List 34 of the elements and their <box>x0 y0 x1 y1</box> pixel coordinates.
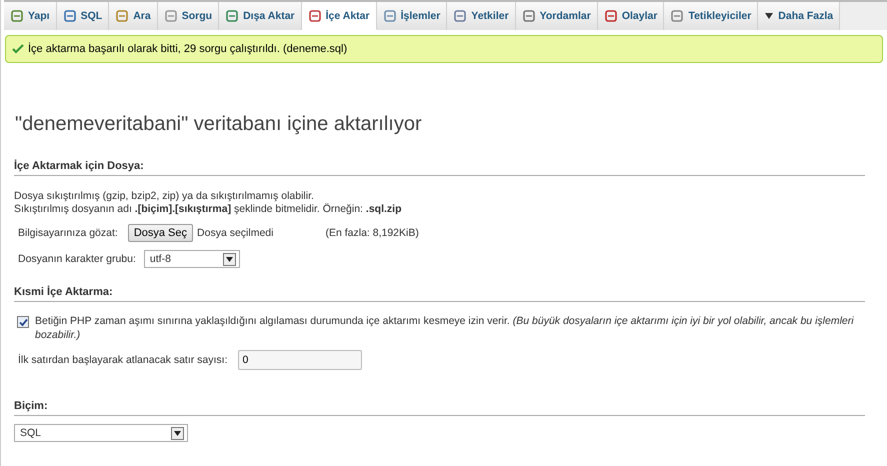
charset-label: Dosyanın karakter grubu: <box>18 253 136 265</box>
charset-select[interactable]: utf-8 <box>144 250 240 268</box>
choose-file-button[interactable]: Dosya Seç <box>128 224 194 242</box>
tab[interactable]: Tetikleyiciler <box>664 2 758 30</box>
tab[interactable]: İşlemler <box>376 2 448 30</box>
tab[interactable]: Yordamlar <box>516 2 598 30</box>
success-text: İçe aktarma başarılı olarak bitti, 29 sorgu çalıştırıldı. (deneme.sql) <box>28 43 348 55</box>
skip-rows-input[interactable]: 0 <box>238 350 362 370</box>
checkbox-label: Betiğin PHP zaman aşımı sınırına yaklaşıldığını algılaması durumunda içe aktarımı kesmeye izin verir. (Bu büyük dosyaların içe aktarımı için iyi bir yol olabilir, ancak bu işlemleri bozabilir.) <box>35 314 855 342</box>
section-heading: İçe Aktarmak için Dosya: <box>14 160 865 176</box>
browse-label: Bilgisayarınıza gözat: <box>18 227 118 239</box>
check-icon <box>12 44 24 54</box>
no-file-text: Dosya seçilmedi <box>197 227 274 239</box>
format-select[interactable]: SQL <box>14 424 188 442</box>
page-title: "denemeveritabani" veritabanı içine aktarılıyor <box>15 113 423 136</box>
tab[interactable]: Dışa Aktar <box>219 2 302 30</box>
description-text: Dosya sıkıştırılmış (gzip, bzip2, zip) ya da sıkıştırılmamış olabilir. <box>14 190 315 203</box>
caret-down-icon <box>226 256 233 262</box>
caret-down-icon <box>174 430 181 436</box>
tab[interactable]: Sorgu <box>158 2 220 30</box>
skip-rows-label: İlk satırdan başlayarak atlanacak satır sayısı: <box>18 354 228 366</box>
tab[interactable]: Olaylar <box>598 2 664 30</box>
tab[interactable]: Ara <box>109 2 158 30</box>
tab[interactable]: İçe Aktar <box>302 2 377 30</box>
max-size-text: (En fazla: 8,192KiB) <box>325 227 419 239</box>
section-heading: Kısmi İçe Aktarma: <box>14 286 865 302</box>
tab[interactable]: Daha Fazla <box>758 2 840 30</box>
caret-down-icon <box>764 12 774 20</box>
tab[interactable]: SQL <box>56 2 110 30</box>
tab[interactable]: Yapı <box>4 2 57 30</box>
description-text: Sıkıştırılmış dosyanın adı .[biçim].[sıkıştırma] şeklinde bitmelidir. Örneğin: .sql.zip <box>14 203 402 216</box>
tab[interactable]: Yetkiler <box>447 2 516 30</box>
section-heading: Biçim: <box>14 400 865 416</box>
checkbox[interactable] <box>17 316 29 328</box>
